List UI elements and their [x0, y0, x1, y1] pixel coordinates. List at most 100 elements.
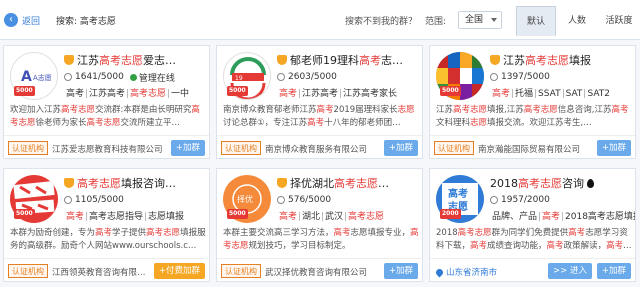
tab-default[interactable]: 默认 [516, 6, 556, 36]
cannot-find-my-group-link[interactable]: 搜索不到我的群？ [345, 14, 417, 27]
check-icon [129, 73, 137, 81]
svg-text:19: 19 [235, 75, 243, 82]
member-count: 1957/2000 [501, 195, 550, 205]
join-group-button[interactable]: +加群 [383, 140, 418, 156]
title-highlight: 高考志愿 [99, 54, 143, 67]
title-suffix: 填报 [569, 54, 591, 67]
svg-text:A: A [21, 69, 32, 85]
card-footer: 认证机构 江苏爱志愿教育科技有限公司 +加群 [4, 135, 209, 159]
tag: 高考 [277, 212, 301, 221]
card-footer: 认证机构 南京瀚能国际贸易有限公司 +加群 [430, 135, 635, 159]
enter-group-button[interactable]: >> 进入 [548, 263, 592, 279]
tag: 江苏高考家长 [343, 89, 398, 98]
tag: SAT2 [587, 89, 610, 98]
group-description: 江苏高考志愿填报,江苏高考志愿信息咨询,江苏高考文科理科志愿填报交流。欢迎江苏考… [436, 105, 629, 128]
tag: 托福 [513, 89, 537, 98]
group-description: 本群主要交流高三学习方法，高考志愿填报专业，高考志愿规划技巧，学习目标制定。 [223, 228, 419, 251]
manager-online-status: 管理在线 [129, 71, 175, 84]
capacity-badge: 2000 [440, 209, 461, 219]
verified-shield-icon [490, 55, 500, 65]
paid-join-button[interactable]: +付费加群 [153, 263, 205, 279]
title-prefix: 江苏 [503, 54, 525, 67]
person-icon [277, 196, 285, 204]
tag: 高考 [64, 212, 88, 221]
chevron-down-icon [491, 18, 497, 22]
group-description: 欢迎加入江苏高考志愿交流群:本群是由长明研究高考志愿徐老师为家长高考志愿交流所建… [10, 105, 200, 128]
join-group-button[interactable]: +加群 [170, 140, 205, 156]
certified-org-badge: 认证机构 [221, 141, 261, 155]
range-dropdown[interactable]: 全国 [458, 11, 502, 29]
group-tags: 高考 托福 SSAT SAT SAT2 [490, 86, 635, 98]
title-suffix: … [378, 176, 389, 190]
group-card[interactable]: 5000 高考志愿 填报咨询… 1105/5000 高考 高考志愿指导 志愿填报 本群… [3, 168, 210, 282]
location-label: 山东省济南市 [446, 268, 498, 278]
back-arrow-icon: ‹ [4, 13, 18, 27]
group-card[interactable]: 5000 江苏 高考志愿 填报 1397/5000 高考 托福 SSAT SAT SAT2 … [429, 45, 636, 159]
tag: 高考 [540, 212, 564, 221]
group-meta: 1641/5000 管理在线 [64, 71, 209, 83]
member-count: 2603/5000 [288, 72, 337, 82]
svg-text:择优: 择优 [237, 194, 253, 204]
group-tags: 品牌、产品 高考 2018高考志愿填报 [490, 209, 635, 221]
manager-online-label: 管理在线 [138, 73, 175, 84]
group-card[interactable]: 择优 5000 择优湖北 高考志愿… 576/5000 高考 湖北 武汉 高考志愿 本群… [216, 168, 423, 282]
group-title[interactable]: 郁老师19理科 高考 志… [277, 52, 422, 68]
tag: 一中 [171, 89, 190, 98]
group-description: 本群为励奇创建，专为高考学子提供高考志愿填报服务的高级群。励奇个人网站www.o… [10, 228, 206, 251]
group-title[interactable]: 择优湖北 高考志愿… [277, 175, 422, 191]
search-toolbar: ‹ 返回 搜索: 高考志愿 搜索不到我的群？ 范围: 全国 默认 人数 活跃度 [0, 0, 640, 40]
verified-shield-icon [64, 178, 74, 188]
title-highlight: 高考 [359, 54, 381, 67]
certified-org-badge: 认证机构 [8, 141, 48, 155]
company-name: 江苏爱志愿教育科技有限公司 [52, 145, 163, 155]
title-highlight: 高考志愿 [525, 54, 569, 67]
group-card[interactable]: 19 5000 郁老师19理科 高考 志… 2603/5000 高考 江苏高考 江苏高考… [216, 45, 423, 159]
group-card[interactable]: A A志愿 5000 江苏 高考志愿 爱志… 1641/5000 管理在线 高考 江苏高… [3, 45, 210, 159]
location-pin-icon [434, 267, 445, 277]
title-highlight: 高考志愿 [518, 177, 562, 190]
tag: 高考 [277, 89, 301, 98]
card-footer: 认证机构 南京博众教育服务有限公司 +加群 [217, 135, 422, 159]
person-icon [277, 73, 285, 81]
verified-shield-icon [64, 55, 74, 65]
tag: 江苏高考 [300, 89, 342, 98]
capacity-badge: 5000 [14, 209, 35, 219]
tag: 志愿填报 [148, 212, 185, 221]
member-count: 1641/5000 [75, 72, 124, 82]
group-card[interactable]: 高考 志愿 2000 2018 高考志愿 咨询 1957/2000 品牌、产品 高考 20… [429, 168, 636, 282]
group-description: 南京博众教育郁老师江苏高考2019届理科家长志愿讨论总群①，专注江苏高考十八年的… [223, 105, 415, 128]
person-icon [64, 73, 72, 81]
group-meta: 2603/5000 [277, 71, 422, 83]
tag: 江苏高考 [87, 89, 129, 98]
certified-org-badge: 认证机构 [8, 264, 48, 278]
title-suffix: 填报咨询… [121, 177, 176, 190]
capacity-badge: 5000 [227, 86, 248, 96]
tag: 高考 [490, 89, 514, 98]
tag: 品牌、产品 [490, 212, 541, 221]
group-title[interactable]: 江苏 高考志愿 填报 [490, 52, 635, 68]
company-name: 江西领英教育咨询有限… [52, 268, 146, 278]
back-button[interactable]: ‹ 返回 [4, 12, 40, 28]
card-footer: 认证机构 江西领英教育咨询有限… +付费加群 [4, 258, 209, 282]
tag: 高考志愿 [128, 89, 170, 98]
certified-org-badge: 认证机构 [221, 264, 261, 278]
tag: 高考 [64, 89, 88, 98]
join-group-button[interactable]: +加群 [596, 263, 631, 279]
group-title[interactable]: 江苏 高考志愿 爱志… [64, 52, 209, 68]
tag: 武汉 [323, 212, 347, 221]
tag: 2018高考志愿填报 [565, 212, 635, 221]
group-title[interactable]: 高考志愿 填报咨询… [64, 175, 209, 191]
group-tags: 高考 江苏高考 江苏高考家长 [277, 86, 422, 98]
title-prefix: 2018 [490, 176, 518, 190]
tab-activity[interactable]: 活跃度 [599, 6, 639, 36]
tab-members[interactable]: 人数 [557, 6, 597, 36]
member-count: 1105/5000 [75, 195, 124, 205]
member-count: 1397/5000 [501, 72, 550, 82]
company-name: 南京瀚能国际贸易有限公司 [478, 145, 581, 155]
certified-org-badge: 认证机构 [434, 141, 474, 155]
group-tags: 高考 高考志愿指导 志愿填报 [64, 209, 209, 221]
capacity-badge: 5000 [227, 209, 248, 219]
group-title[interactable]: 2018 高考志愿 咨询 [490, 175, 635, 191]
join-group-button[interactable]: +加群 [596, 140, 631, 156]
join-group-button[interactable]: +加群 [383, 263, 418, 279]
